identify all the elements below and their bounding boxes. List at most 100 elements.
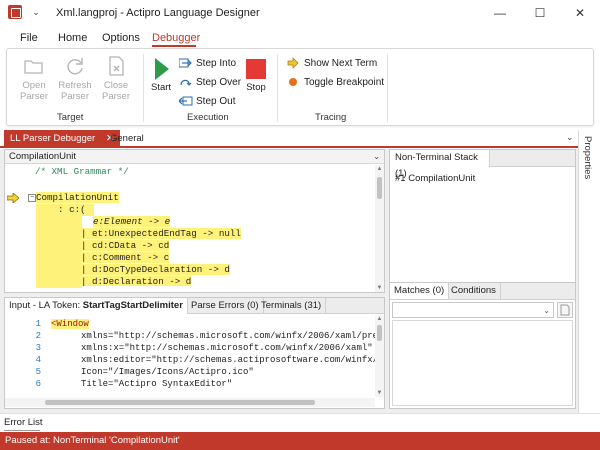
close-document-icon [105, 55, 127, 77]
xml-line[interactable]: <Window [51, 318, 89, 330]
group-separator [387, 54, 388, 122]
minimize-button[interactable]: — [480, 0, 520, 26]
open-parser-button[interactable]: Open Parser [15, 55, 53, 102]
line-number: 3 [35, 343, 41, 353]
scroll-up-icon[interactable]: ▲ [375, 315, 384, 323]
app-icon[interactable] [8, 5, 22, 19]
scroll-down-icon[interactable]: ▼ [375, 284, 384, 292]
tab-home[interactable]: Home [58, 32, 87, 44]
close-button[interactable]: ✕ [560, 0, 600, 26]
tab-file[interactable]: File [20, 32, 38, 44]
nonterminal-stack-panel: Non-Terminal Stack (1) #1 CompilationUni… [389, 149, 576, 293]
maximize-button[interactable]: ☐ [520, 0, 560, 26]
grammar-header-label: CompilationUnit [9, 151, 77, 162]
title-bar: ⌄ Xml.langproj - Actipro Language Design… [0, 0, 600, 26]
code-line: | c:Comment -> c [81, 252, 170, 263]
step-out-label: Step Out [196, 95, 236, 107]
scrollbar-thumb[interactable] [377, 177, 382, 199]
grammar-editor[interactable]: CompilationUnit ⌄ /* XML Grammar */ − Co… [4, 149, 385, 293]
start-button[interactable]: Start [147, 55, 175, 93]
arrow-right-icon [287, 57, 299, 69]
step-over-button[interactable]: Step Over [179, 75, 241, 89]
tab-nonterminal-stack[interactable]: Non-Terminal Stack (1) [390, 150, 490, 179]
toggle-breakpoint-button[interactable]: Toggle Breakpoint [287, 75, 384, 89]
code-line: CompilationUnit [36, 192, 119, 203]
line-number: 2 [35, 331, 41, 341]
matches-list[interactable] [392, 320, 573, 406]
current-token: <Window [51, 319, 89, 329]
status-text: Paused at: NonTerminal 'CompilationUnit' [5, 435, 180, 446]
show-next-term-button[interactable]: Show Next Term [287, 56, 377, 70]
xml-line[interactable]: Title="Actipro SyntaxEditor" [81, 378, 232, 390]
chevron-down-icon[interactable]: ⌄ [373, 150, 380, 163]
group-label-target: Target [57, 112, 84, 123]
tab-input[interactable]: Input - LA Token: StartTagStartDelimiter [5, 298, 188, 314]
breakpoint-icon [287, 76, 299, 88]
code-line: | d:Declaration -> d [81, 276, 192, 286]
play-icon [150, 57, 172, 80]
matches-dropdown[interactable]: ⌄ [392, 302, 554, 318]
list-item[interactable]: #1 CompilationUnit [395, 173, 475, 184]
step-out-button[interactable]: Step Out [178, 94, 236, 108]
line-number: 4 [35, 355, 41, 365]
quick-access-dropdown-icon[interactable]: ⌄ [30, 6, 42, 18]
input-scrollbar[interactable]: ▲ ▼ [375, 315, 384, 397]
show-next-term-label: Show Next Term [304, 57, 378, 69]
code-comment-line: /* XML Grammar */ [35, 166, 129, 177]
xml-line[interactable]: xmlns:editor="http://schemas.actiprosoft… [81, 354, 383, 366]
step-over-icon [179, 76, 192, 88]
status-bar: Paused at: NonTerminal 'CompilationUnit' [0, 432, 600, 450]
tab-matches[interactable]: Matches (0) [390, 283, 450, 299]
ribbon-panel: Open Parser Refresh Parser Close Parser … [6, 48, 594, 126]
tab-options[interactable]: Options [102, 32, 140, 44]
group-label-tracing: Tracing [315, 112, 347, 123]
grammar-nonterminal-selector[interactable]: CompilationUnit ⌄ [5, 150, 384, 164]
tab-ll-parser-debugger[interactable]: LL Parser Debugger ✕ [4, 130, 120, 147]
tab-parse-errors[interactable]: Parse Errors (0) [187, 298, 264, 314]
tab-terminals[interactable]: Terminals (31) [257, 298, 327, 314]
tab-debugger[interactable]: Debugger [152, 32, 200, 44]
window-title: Xml.langproj - Actipro Language Designer [56, 7, 260, 19]
document-tabs: LL Parser Debugger ✕ General ⌄ [0, 130, 578, 148]
error-list-tab[interactable]: Error List [4, 417, 43, 428]
xml-line[interactable]: Icon="/Images/Icons/Actipro.ico" [81, 366, 254, 378]
tab-ll-parser-debugger-label: LL Parser Debugger [10, 133, 96, 144]
grammar-scrollbar[interactable]: ▲ ▼ [375, 165, 384, 292]
collapse-icon[interactable]: − [28, 194, 36, 202]
highlight-block [36, 216, 82, 288]
toggle-breakpoint-label: Toggle Breakpoint [304, 76, 385, 88]
code-line: : c:( [36, 204, 94, 216]
current-statement-arrow-icon [6, 192, 20, 204]
step-into-label: Step Into [196, 57, 237, 69]
refresh-icon [64, 55, 86, 77]
matches-action-button[interactable] [557, 302, 573, 318]
tab-conditions[interactable]: Conditions [447, 283, 501, 299]
step-into-icon [178, 57, 192, 69]
group-label-execution: Execution [187, 112, 229, 123]
error-list-bar: Error List [0, 413, 600, 432]
code-line: | cd:CData -> cd [81, 240, 170, 251]
stop-button[interactable]: Stop [243, 55, 269, 93]
tab-underline [4, 430, 40, 431]
tabs-dropdown-icon[interactable]: ⌄ [566, 132, 574, 143]
refresh-parser-button[interactable]: Refresh Parser [55, 55, 95, 102]
matches-tabbar: Matches (0) Conditions [390, 283, 575, 300]
document-search-icon [560, 304, 570, 316]
scrollbar-thumb[interactable] [45, 400, 315, 405]
scroll-down-icon[interactable]: ▼ [375, 389, 384, 397]
code-line: | d:DocTypeDeclaration -> d [81, 264, 230, 275]
step-into-button[interactable]: Step Into [178, 56, 237, 70]
properties-tab[interactable]: Properties [582, 136, 593, 179]
step-over-label: Step Over [196, 76, 242, 88]
input-horizontal-scrollbar[interactable] [5, 398, 375, 407]
group-separator [277, 54, 278, 122]
scrollbar-thumb[interactable] [377, 325, 382, 341]
xml-line[interactable]: xmlns:x="http://schemas.microsoft.com/wi… [81, 342, 373, 354]
group-separator [143, 54, 144, 122]
xml-line[interactable]: xmlns="http://schemas.microsoft.com/winf… [81, 330, 383, 342]
tab-general[interactable]: General [110, 133, 144, 144]
open-parser-label: Open Parser [20, 80, 48, 102]
close-parser-button[interactable]: Close Parser [97, 55, 135, 102]
scroll-up-icon[interactable]: ▲ [375, 165, 384, 173]
chevron-down-icon: ⌄ [543, 306, 550, 315]
